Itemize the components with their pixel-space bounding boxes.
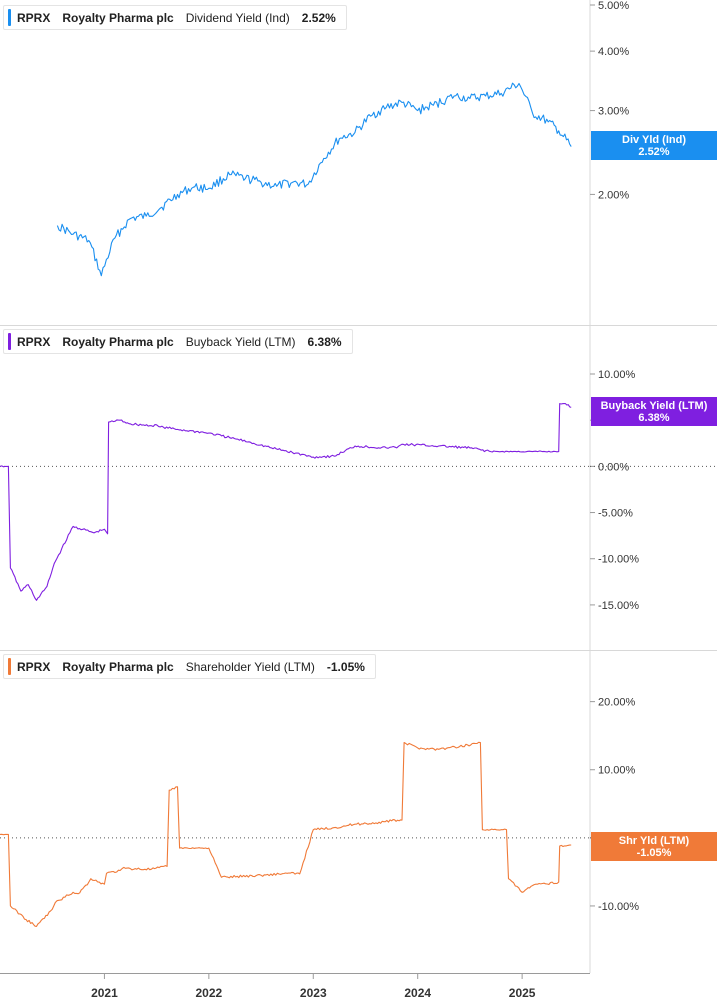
legend-ticker: RPRX [17, 10, 51, 25]
series-color-swatch [8, 658, 11, 675]
legend-company: Royalty Pharma plc [62, 10, 174, 25]
y-tick-label: 0.00% [598, 461, 629, 473]
legend-buyback-yield: RPRX Royalty Pharma plc Buyback Yield (L… [3, 329, 353, 354]
series-line [0, 403, 572, 601]
legend-value: -1.05% [326, 659, 365, 674]
badge-value: 6.38% [638, 412, 670, 424]
x-tick-label: 2025 [509, 986, 536, 1000]
x-tick-label: 2024 [404, 986, 431, 1000]
y-tick-label: 10.00% [598, 765, 636, 777]
badge-value: -1.05% [636, 847, 672, 859]
legend-company: Royalty Pharma plc [62, 659, 174, 674]
y-tick-label: 20.00% [598, 697, 636, 709]
series-line [0, 741, 572, 927]
y-tick-label: 3.00% [598, 106, 629, 118]
x-tick-label: 2023 [300, 986, 327, 1000]
legend-ticker: RPRX [17, 334, 51, 349]
y-tick-label: 2.00% [598, 189, 629, 201]
legend-metric: Dividend Yield (Ind) [185, 10, 290, 25]
legend-metric: Buyback Yield (LTM) [185, 334, 296, 349]
series-line [56, 82, 572, 277]
badge-title: Buyback Yield (LTM) [600, 400, 708, 412]
value-badge-buyback-yield: Buyback Yield (LTM) 6.38% [591, 397, 717, 426]
y-tick-label: -5.00% [598, 508, 633, 520]
y-tick-label: -15.00% [598, 600, 639, 612]
y-tick-label: 5.00% [598, 0, 629, 12]
y-tick-label: 4.00% [598, 46, 629, 58]
legend-company: Royalty Pharma plc [62, 334, 174, 349]
legend-value: 2.52% [301, 10, 336, 25]
value-badge-dividend-yield: Div Yld (Ind) 2.52% [591, 131, 717, 160]
legend-value: 6.38% [307, 334, 342, 349]
y-tick-label: 10.00% [598, 369, 636, 381]
panel-3: 20.00% 10.00% -10.00% [0, 697, 717, 927]
legend-shareholder-yield: RPRX Royalty Pharma plc Shareholder Yiel… [3, 654, 376, 679]
y-tick-label: -10.00% [598, 554, 639, 566]
badge-title: Shr Yld (LTM) [618, 835, 690, 847]
badge-value: 2.52% [638, 146, 670, 158]
value-badge-shareholder-yield: Shr Yld (LTM) -1.05% [591, 832, 717, 861]
legend-dividend-yield: RPRX Royalty Pharma plc Dividend Yield (… [3, 5, 347, 30]
panel-1: 5.00% 4.00% 3.00% 2.00% [56, 0, 629, 277]
series-color-swatch [8, 333, 11, 350]
badge-title: Div Yld (Ind) [622, 134, 686, 146]
y-tick-label: -10.00% [598, 901, 639, 913]
legend-metric: Shareholder Yield (LTM) [185, 659, 315, 674]
x-tick-label: 2022 [195, 986, 222, 1000]
legend-ticker: RPRX [17, 659, 51, 674]
series-color-swatch [8, 9, 11, 26]
x-tick-label: 2021 [91, 986, 118, 1000]
